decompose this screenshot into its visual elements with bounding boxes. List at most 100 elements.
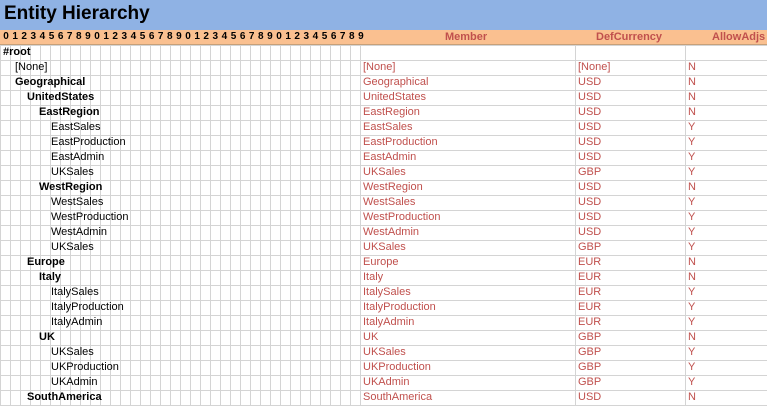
member-cell[interactable]: EastRegion [363,105,420,120]
member-cell[interactable]: Italy [363,270,383,285]
defcurrency-cell[interactable]: USD [578,180,601,195]
entity-label[interactable]: WestAdmin [51,225,107,240]
entity-label[interactable]: UK [39,330,55,345]
entity-label[interactable]: EastProduction [51,135,126,150]
defcurrency-cell[interactable]: USD [578,135,601,150]
allowadjs-cell[interactable]: Y [688,195,695,210]
entity-label[interactable]: ItalyProduction [51,300,124,315]
defcurrency-cell[interactable]: USD [578,105,601,120]
defcurrency-cell[interactable]: [None] [578,60,610,75]
allowadjs-cell[interactable]: N [688,390,696,405]
member-cell[interactable]: SouthAmerica [363,390,432,405]
defcurrency-cell[interactable]: GBP [578,360,601,375]
entity-label[interactable]: #root [3,45,31,60]
allowadjs-cell[interactable]: Y [688,315,695,330]
defcurrency-cell[interactable]: USD [578,75,601,90]
member-column-header[interactable]: Member [445,30,487,44]
entity-label[interactable]: UKProduction [51,360,119,375]
entity-label[interactable]: [None] [15,60,47,75]
defcurrency-cell[interactable]: GBP [578,330,601,345]
entity-label[interactable]: ItalyAdmin [51,315,102,330]
entity-label[interactable]: EastSales [51,120,101,135]
allowadjs-cell[interactable]: Y [688,135,695,150]
entity-label[interactable]: Europe [27,255,65,270]
member-cell[interactable]: UKProduction [363,360,431,375]
defcurrency-column-header[interactable]: DefCurrency [596,30,662,44]
member-cell[interactable]: ItalyAdmin [363,315,414,330]
defcurrency-cell[interactable]: EUR [578,270,601,285]
member-cell[interactable]: Geographical [363,75,428,90]
allowadjs-cell[interactable]: Y [688,240,695,255]
allowadjs-column-header[interactable]: AllowAdjs [712,30,765,44]
entity-label[interactable]: WestRegion [39,180,102,195]
allowadjs-cell[interactable]: N [688,75,696,90]
entity-label[interactable]: EastRegion [39,105,100,120]
header-row: Member DefCurrency AllowAdjs 01234567890… [0,30,767,45]
allowadjs-cell[interactable]: N [688,60,696,75]
member-cell[interactable]: UKAdmin [363,375,409,390]
entity-label[interactable]: UKSales [51,165,94,180]
defcurrency-cell[interactable]: USD [578,210,601,225]
allowadjs-cell[interactable]: Y [688,360,695,375]
allowadjs-cell[interactable]: N [688,330,696,345]
member-cell[interactable]: EastSales [363,120,413,135]
member-cell[interactable]: WestSales [363,195,415,210]
defcurrency-cell[interactable]: GBP [578,375,601,390]
entity-label[interactable]: UKSales [51,345,94,360]
member-cell[interactable]: EastAdmin [363,150,416,165]
defcurrency-cell[interactable]: USD [578,390,601,405]
defcurrency-cell[interactable]: EUR [578,255,601,270]
defcurrency-cell[interactable]: USD [578,120,601,135]
allowadjs-cell[interactable]: Y [688,225,695,240]
defcurrency-cell[interactable]: EUR [578,315,601,330]
member-cell[interactable]: UnitedStates [363,90,426,105]
member-cell[interactable]: [None] [363,60,395,75]
allowadjs-cell[interactable]: Y [688,165,695,180]
defcurrency-cell[interactable]: GBP [578,345,601,360]
allowadjs-cell[interactable]: Y [688,345,695,360]
member-cell[interactable]: Europe [363,255,398,270]
defcurrency-cell[interactable]: EUR [578,285,601,300]
entity-label[interactable]: Italy [39,270,61,285]
member-cell[interactable]: UKSales [363,240,406,255]
entity-label[interactable]: Geographical [15,75,85,90]
allowadjs-cell[interactable]: N [688,180,696,195]
title-bar: Entity Hierarchy [0,0,767,31]
defcurrency-cell[interactable]: USD [578,150,601,165]
entity-label[interactable]: UKSales [51,240,94,255]
entity-label[interactable]: WestSales [51,195,103,210]
member-cell[interactable]: ItalyProduction [363,300,436,315]
member-cell[interactable]: UK [363,330,378,345]
allowadjs-cell[interactable]: Y [688,375,695,390]
digit-header-39: 9 [358,31,364,42]
defcurrency-cell[interactable]: EUR [578,300,601,315]
member-cell[interactable]: WestRegion [363,180,423,195]
allowadjs-cell[interactable]: Y [688,150,695,165]
entity-label[interactable]: UKAdmin [51,375,97,390]
allowadjs-cell[interactable]: Y [688,300,695,315]
allowadjs-cell[interactable]: N [688,90,696,105]
allowadjs-cell[interactable]: Y [688,120,695,135]
entity-label[interactable]: ItalySales [51,285,99,300]
entity-label[interactable]: WestProduction [51,210,128,225]
allowadjs-cell[interactable]: Y [688,210,695,225]
defcurrency-cell[interactable]: USD [578,225,601,240]
allowadjs-cell[interactable]: Y [688,285,695,300]
defcurrency-cell[interactable]: GBP [578,165,601,180]
defcurrency-cell[interactable]: USD [578,195,601,210]
entity-label[interactable]: SouthAmerica [27,390,102,405]
member-cell[interactable]: UKSales [363,345,406,360]
allowadjs-cell[interactable]: N [688,255,696,270]
member-cell[interactable]: WestAdmin [363,225,419,240]
allowadjs-cell[interactable]: N [688,105,696,120]
member-cell[interactable]: UKSales [363,165,406,180]
page-title: Entity Hierarchy [4,3,150,24]
entity-label[interactable]: UnitedStates [27,90,94,105]
member-cell[interactable]: WestProduction [363,210,440,225]
entity-label[interactable]: EastAdmin [51,150,104,165]
defcurrency-cell[interactable]: USD [578,90,601,105]
member-cell[interactable]: ItalySales [363,285,411,300]
member-cell[interactable]: EastProduction [363,135,438,150]
defcurrency-cell[interactable]: GBP [578,240,601,255]
allowadjs-cell[interactable]: N [688,270,696,285]
